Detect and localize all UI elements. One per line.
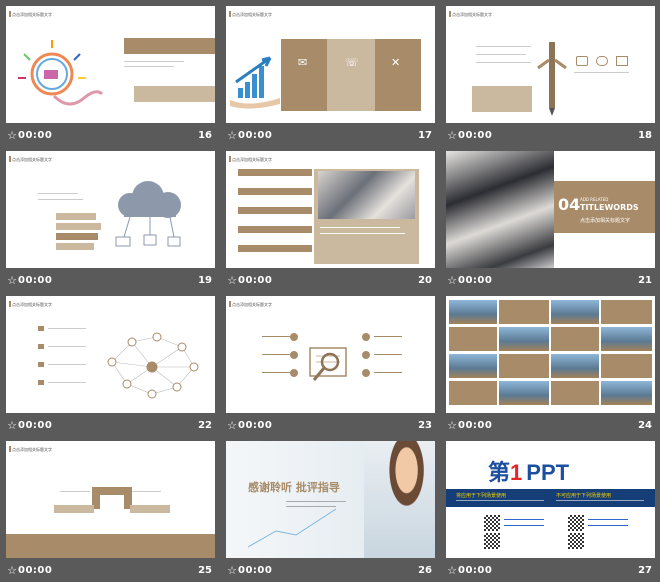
slide-preview: 04 ADD RELATED TITLEWORDS 点击添加相关标题文字: [446, 151, 655, 268]
star-icon[interactable]: ☆: [446, 563, 458, 579]
slide-timing: 00:00: [458, 565, 493, 576]
slide-number: 26: [418, 565, 432, 576]
star-icon[interactable]: ☆: [226, 128, 238, 144]
slide-thumb-27[interactable]: 第1 PPT 将应用于下列场景使用 不可应用于下列场景使用 ☆ 00:00 27: [446, 441, 655, 581]
star-icon[interactable]: ☆: [6, 563, 18, 579]
slide-number: 23: [418, 420, 432, 431]
slide-number: 16: [198, 130, 212, 141]
section-subtitle: 点击添加相关标题文字: [580, 218, 631, 224]
slide-number: 22: [198, 420, 212, 431]
slide-number: 21: [638, 275, 652, 286]
slide-timing: 00:00: [18, 565, 53, 576]
star-icon[interactable]: ☆: [226, 563, 238, 579]
star-icon[interactable]: ☆: [6, 273, 18, 289]
slide-number: 19: [198, 275, 212, 286]
slide-thumb-19[interactable]: 点击添加相关标题文字 ☆ 00:00 19: [6, 151, 215, 291]
slide-thumb-21[interactable]: 04 ADD RELATED TITLEWORDS 点击添加相关标题文字 ☆ 0…: [446, 151, 655, 291]
slide-timing: 00:00: [238, 130, 273, 141]
slide-timing: 00:00: [238, 420, 273, 431]
star-icon[interactable]: ☆: [446, 128, 458, 144]
slide-number: 25: [198, 565, 212, 576]
slide-meta: ☆ 00:00 18: [446, 128, 655, 144]
slide-thumb-18[interactable]: 点击添加相关标题文字 ☆ 00:00 18: [446, 6, 655, 146]
phone-icon: ☏: [345, 56, 359, 69]
ppt-logo: 第1 PPT: [488, 460, 570, 485]
slide-thumb-24[interactable]: ☆ 00:00 24: [446, 296, 655, 436]
star-icon[interactable]: ☆: [446, 418, 458, 434]
slide-number: 17: [418, 130, 432, 141]
slide-preview: 点击添加相关标题文字: [226, 151, 435, 268]
growth-chart-hand: [230, 56, 280, 109]
slide-thumb-22[interactable]: 点击添加相关标题文字 ☆ 00:00 22: [6, 296, 215, 436]
star-icon[interactable]: ☆: [446, 273, 458, 289]
slide-meta: ☆ 00:00 19: [6, 273, 215, 289]
slide-thumb-25[interactable]: 点击添加相关标题文字 ☆ 00:00 25: [6, 441, 215, 581]
slide-meta: ☆ 00:00 24: [446, 418, 655, 434]
slide-timing: 00:00: [18, 130, 53, 141]
network-map: [107, 332, 199, 399]
woman-photo: [364, 441, 435, 558]
slide-preview: 点击添加相关标题文字 ✉ ☏ ✕: [226, 6, 435, 123]
slide-meta: ☆ 00:00 16: [6, 128, 215, 144]
business-photo: [318, 171, 415, 219]
usage-col2: 不可应用于下列场景使用: [556, 493, 612, 499]
slide-preview: 点击添加相关标题文字: [6, 151, 215, 268]
slide-number: 18: [638, 130, 652, 141]
mail-icon: ✉: [298, 56, 308, 69]
slide-number: 24: [638, 420, 652, 431]
slide-meta: ☆ 00:00 23: [226, 418, 435, 434]
slide-timing: 00:00: [18, 420, 53, 431]
thanks-text: 感谢聆听 批评指导: [248, 481, 340, 494]
slide-thumb-26[interactable]: 感谢聆听 批评指导 ☆ 00:00 26: [226, 441, 435, 581]
slide-thumb-16[interactable]: 点击添加相关标题文字 ☆ 00:00 16: [6, 6, 215, 146]
slide-timing: 00:00: [458, 130, 493, 141]
slide-thumb-17[interactable]: 点击添加相关标题文字 ✉ ☏ ✕ ☆ 00:00 17: [226, 6, 435, 146]
section-small: ADD RELATED: [580, 197, 609, 202]
slide-timing: 00:00: [238, 565, 273, 576]
star-icon[interactable]: ☆: [226, 418, 238, 434]
cloud-network-icon: [115, 181, 181, 247]
star-icon[interactable]: ☆: [6, 418, 18, 434]
usage-col1: 将应用于下列场景使用: [456, 493, 507, 499]
slide-preview: 感谢聆听 批评指导: [226, 441, 435, 558]
slide-preview: 点击添加相关标题文字: [226, 296, 435, 413]
star-icon[interactable]: ☆: [6, 128, 18, 144]
slide-number: 20: [418, 275, 432, 286]
slide-thumb-20[interactable]: 点击添加相关标题文字 ☆ 00:00 20: [226, 151, 435, 291]
slide-meta: ☆ 00:00 26: [226, 563, 435, 579]
lightbulb-illustration: [18, 40, 104, 106]
meeting-photo: [446, 151, 554, 268]
slide-preview: 点击添加相关标题文字: [6, 441, 215, 558]
slide-preview: 第1 PPT 将应用于下列场景使用 不可应用于下列场景使用: [446, 441, 655, 558]
slide-preview: 点击添加相关标题文字: [446, 6, 655, 123]
slide-timing: 00:00: [458, 420, 493, 431]
section-title: TITLEWORDS: [580, 203, 639, 212]
magnifier-document-icon: [309, 347, 347, 381]
slide-timing: 00:00: [238, 275, 273, 286]
slide-preview: 点击添加相关标题文字: [6, 6, 215, 123]
slide-meta: ☆ 00:00 22: [6, 418, 215, 434]
slide-number: 27: [638, 565, 652, 576]
slide-timing: 00:00: [458, 275, 493, 286]
star-icon[interactable]: ☆: [226, 273, 238, 289]
slide-meta: ☆ 00:00 20: [226, 273, 435, 289]
slide-preview: [446, 296, 655, 413]
tools-icon: ✕: [391, 56, 401, 69]
slide-thumb-23[interactable]: 点击添加相关标题文字 ☆ 00:00 23: [226, 296, 435, 436]
slide-meta: ☆ 00:00 17: [226, 128, 435, 144]
arrow-line: [247, 508, 337, 548]
section-number: 04: [558, 195, 581, 214]
pencil-arrows: [537, 42, 567, 116]
slide-timing: 00:00: [18, 275, 53, 286]
slide-meta: ☆ 00:00 25: [6, 563, 215, 579]
slide-meta: ☆ 00:00 27: [446, 563, 655, 579]
slide-meta: ☆ 00:00 21: [446, 273, 655, 289]
slide-preview: 点击添加相关标题文字: [6, 296, 215, 413]
